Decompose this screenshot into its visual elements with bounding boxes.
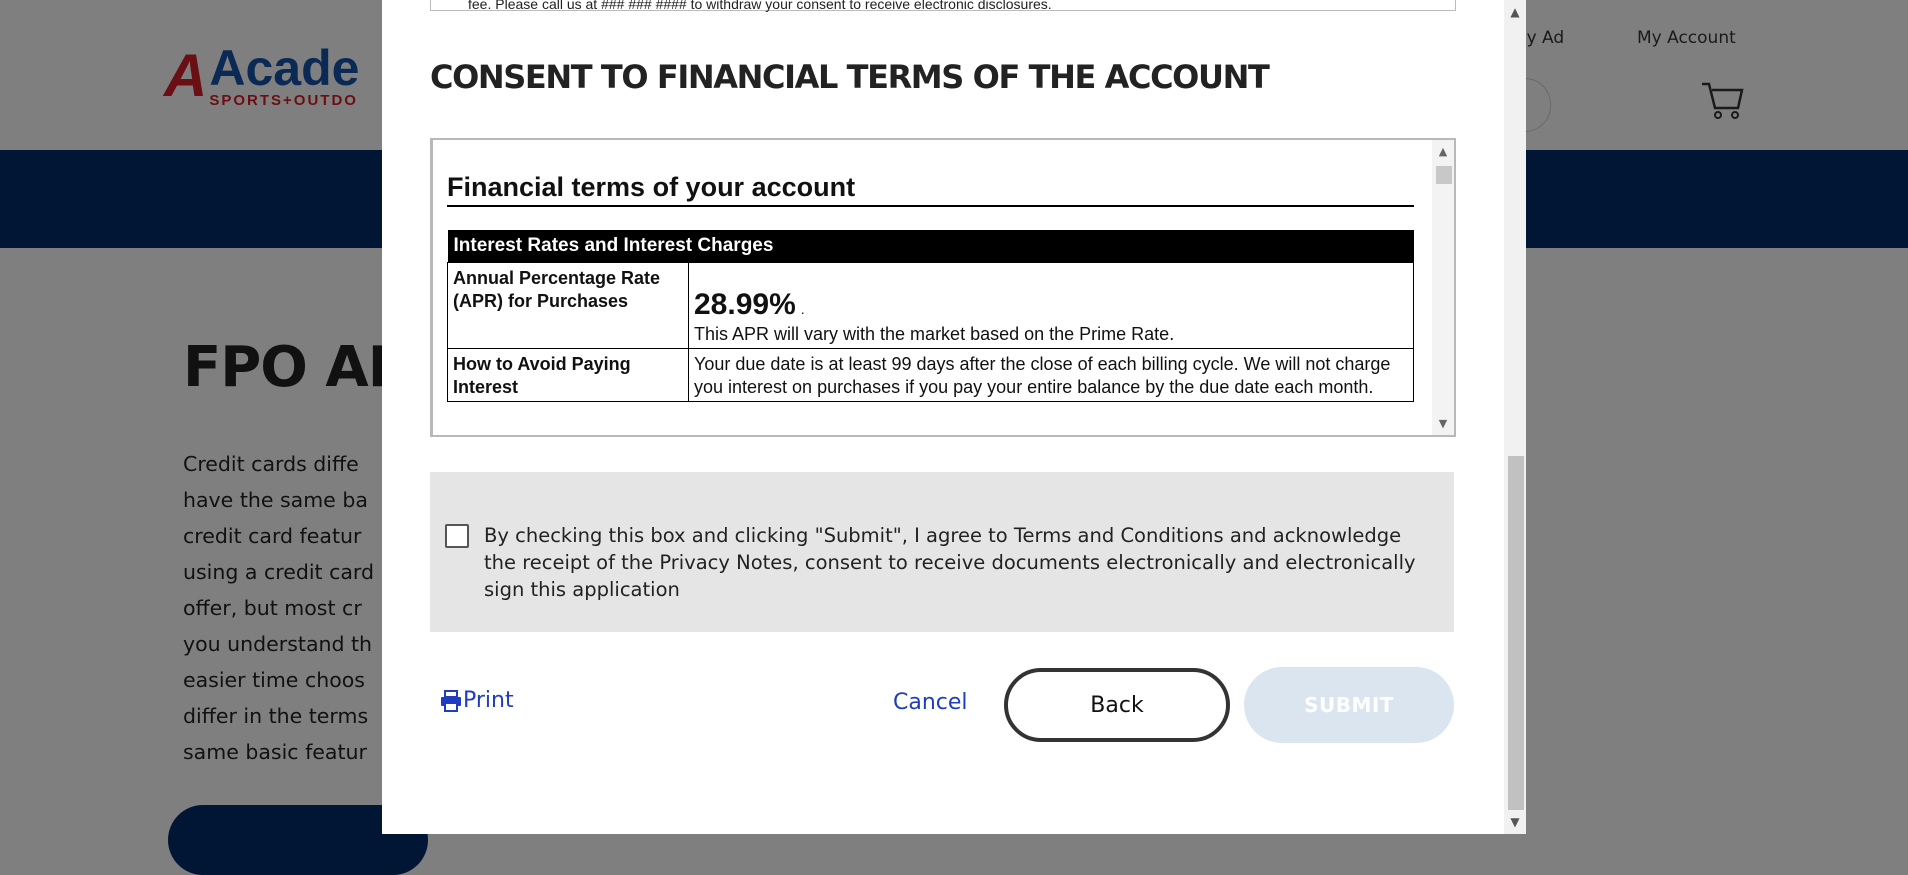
logo-mark: A: [164, 42, 208, 109]
previous-section-text: fee. Please call us at ### ### #### to w…: [468, 0, 1052, 12]
consent-modal: fee. Please call us at ### ### #### to w…: [382, 0, 1526, 834]
cart-icon[interactable]: [1700, 80, 1744, 120]
table-row: How to Avoid Paying Interest Your due da…: [447, 348, 1414, 402]
interest-rates-table: Interest Rates and Interest Charges Annu…: [447, 230, 1414, 402]
scroll-down-arrow-icon[interactable]: ▼: [1504, 812, 1526, 832]
table-row: Annual Percentage Rate (APR) for Purchas…: [447, 262, 1414, 349]
scroll-down-arrow-icon[interactable]: ▼: [1432, 415, 1454, 433]
financial-terms-frame[interactable]: Financial terms of your account Interest…: [430, 138, 1456, 437]
scroll-up-arrow-icon[interactable]: ▲: [1504, 2, 1526, 22]
avoid-interest-description: Your due date is at least 99 days after …: [688, 348, 1414, 402]
scroll-up-arrow-icon[interactable]: ▲: [1432, 143, 1454, 161]
financial-terms-content: Financial terms of your account Interest…: [447, 140, 1414, 402]
apr-description: This APR will vary with the market based…: [694, 324, 1175, 344]
logo-subtitle: SPORTS+OUTDO: [209, 92, 358, 109]
avoid-interest-label: How to Avoid Paying Interest: [447, 348, 689, 402]
modal-scrollbar[interactable]: ▲ ▼: [1504, 0, 1526, 834]
apr-suffix: .: [800, 301, 805, 317]
consent-panel: By checking this box and clicking "Submi…: [430, 472, 1454, 632]
consent-checkbox[interactable]: [445, 524, 469, 548]
print-link[interactable]: Print: [440, 688, 514, 713]
modal-scroll-thumb[interactable]: [1508, 456, 1524, 810]
my-account-link[interactable]: My Account: [1637, 28, 1736, 48]
apr-label: Annual Percentage Rate (APR) for Purchas…: [447, 262, 689, 349]
financial-terms-title: Financial terms of your account: [447, 172, 1414, 207]
modal-title: CONSENT TO FINANCIAL TERMS OF THE ACCOUN…: [430, 58, 1270, 96]
submit-button[interactable]: SUBMIT: [1244, 667, 1454, 743]
cancel-link[interactable]: Cancel: [893, 690, 968, 715]
apr-cell: 28.99% . This APR will vary with the mar…: [688, 262, 1414, 349]
terms-scroll-thumb[interactable]: [1436, 166, 1452, 184]
logo-word: Acade: [209, 40, 360, 96]
apr-value: 28.99%: [694, 288, 796, 321]
table-header: Interest Rates and Interest Charges: [447, 230, 1414, 263]
logo-wordmark: Acade SPORTS+OUTDO: [209, 43, 359, 109]
back-button[interactable]: Back: [1004, 668, 1230, 742]
consent-text: By checking this box and clicking "Submi…: [484, 524, 1416, 601]
site-logo[interactable]: A Acade SPORTS+OUTDO: [164, 42, 359, 109]
print-label: Print: [463, 688, 514, 713]
printer-icon: [441, 689, 461, 712]
terms-scrollbar[interactable]: ▲ ▼: [1432, 140, 1454, 435]
